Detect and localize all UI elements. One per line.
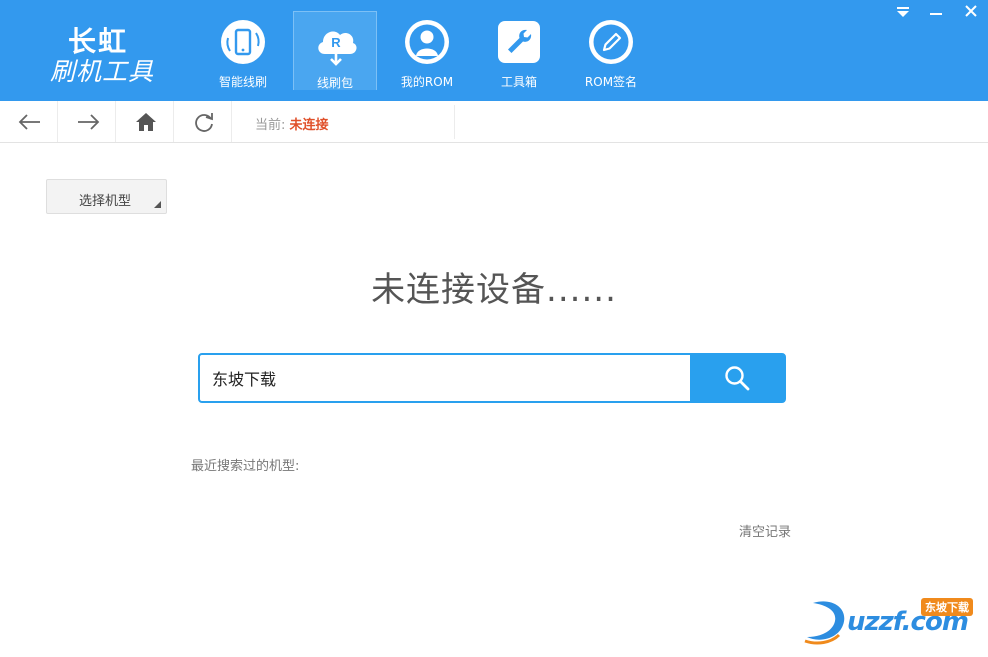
cloud-download-icon: R <box>318 31 357 66</box>
nav-rom-sign[interactable]: ROM签名 <box>569 11 653 90</box>
nav-toolbox[interactable]: 工具箱 <box>477 11 561 90</box>
nav-label: 我的ROM <box>400 75 454 89</box>
nav-label: 线刷包 <box>316 76 353 90</box>
navigation-toolbar: 当前: 未连接 <box>0 101 988 143</box>
status-value: 未连接 <box>289 118 329 133</box>
nav-flash-package[interactable]: R 线刷包 <box>293 11 377 90</box>
clear-history-link[interactable]: 清空记录 <box>739 521 791 540</box>
pen-icon <box>589 20 633 64</box>
nav-label: ROM签名 <box>584 75 638 89</box>
search-button[interactable] <box>690 355 784 401</box>
corner-triangle-icon <box>154 201 161 208</box>
close-icon[interactable] <box>962 4 980 20</box>
home-icon <box>136 113 156 131</box>
phone-refresh-icon <box>221 20 265 64</box>
arrow-left-icon <box>18 114 40 130</box>
watermark-badge: 东坡下载 <box>921 598 973 616</box>
recent-searches-label: 最近搜索过的机型: <box>191 459 300 474</box>
search-box <box>198 353 786 403</box>
d-swoosh-icon <box>804 601 845 645</box>
nav-label: 工具箱 <box>500 75 537 89</box>
model-select-label: 选择机型 <box>79 194 132 209</box>
search-input[interactable] <box>200 355 692 401</box>
refresh-button[interactable] <box>174 101 232 142</box>
forward-button[interactable] <box>58 101 116 142</box>
logo-subtitle: 刷机工具 <box>50 57 155 86</box>
wrench-icon <box>498 21 540 63</box>
home-button[interactable] <box>116 101 174 142</box>
arrow-right-icon <box>78 114 100 130</box>
nav-my-rom[interactable]: 我的ROM <box>385 11 469 90</box>
dropdown-icon[interactable] <box>894 4 912 20</box>
connection-status: 当前: 未连接 <box>255 114 329 133</box>
user-icon <box>405 20 449 64</box>
app-header: 长虹 刷机工具 智能线刷 R 线刷包 我的ROM 工具箱 ROM签名 <box>0 0 988 101</box>
svg-text:R: R <box>331 35 341 50</box>
nav-label: 智能线刷 <box>218 75 267 89</box>
nav-smart-flash[interactable]: 智能线刷 <box>201 11 285 90</box>
model-select-dropdown[interactable]: 选择机型 <box>46 179 167 214</box>
search-icon <box>725 366 750 391</box>
minimize-icon[interactable] <box>927 4 945 20</box>
status-prefix: 当前: <box>255 118 286 133</box>
app-logo: 长虹 刷机工具 <box>48 18 168 86</box>
watermark-logo: uzzf.com 东坡下载 <box>803 593 983 649</box>
page-headline: 未连接设备...... <box>371 270 617 310</box>
toolbar-divider <box>454 105 455 139</box>
back-button[interactable] <box>0 101 58 142</box>
refresh-icon <box>195 113 213 132</box>
